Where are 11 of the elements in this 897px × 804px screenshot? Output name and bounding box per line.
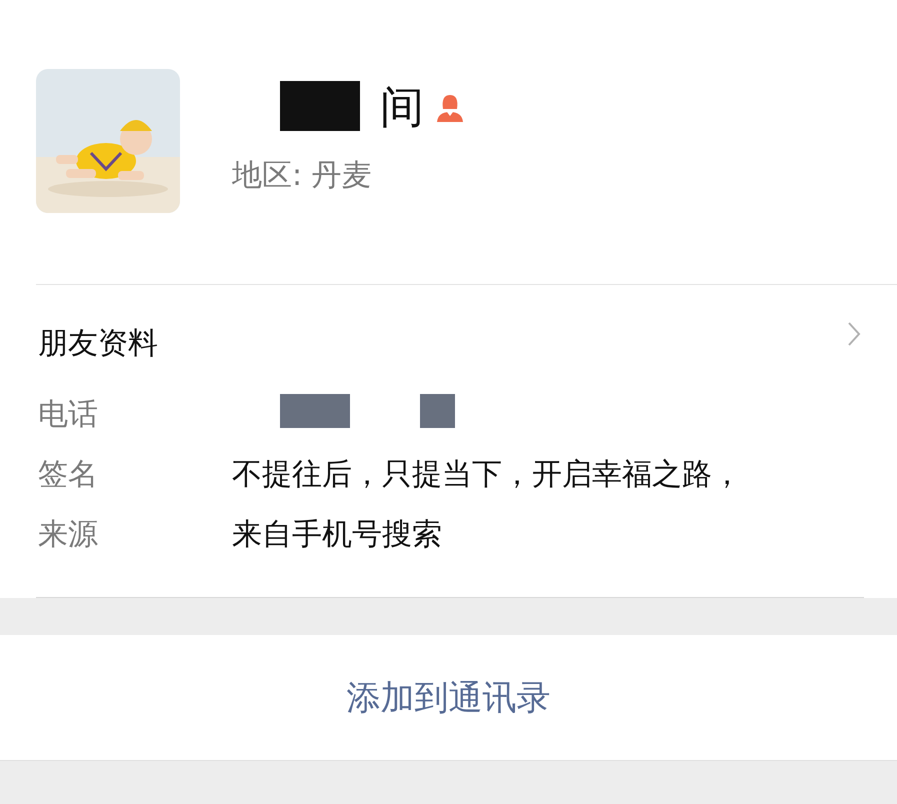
profile-name: 间 [380,80,424,134]
field-value: 来自手机号搜索 [232,516,442,554]
redaction-block [420,394,455,428]
section-title: 朋友资料 [38,325,158,363]
field-label: 签名 [38,456,99,494]
field-label: 电话 [38,396,99,434]
field-value: 不提往后，只提当下，开启幸福之路， [232,456,742,494]
field-label: 来源 [38,516,99,554]
region-text: 地区: 丹麦 [232,157,373,195]
redaction-block [280,394,350,428]
chevron-icon[interactable] [847,320,861,346]
